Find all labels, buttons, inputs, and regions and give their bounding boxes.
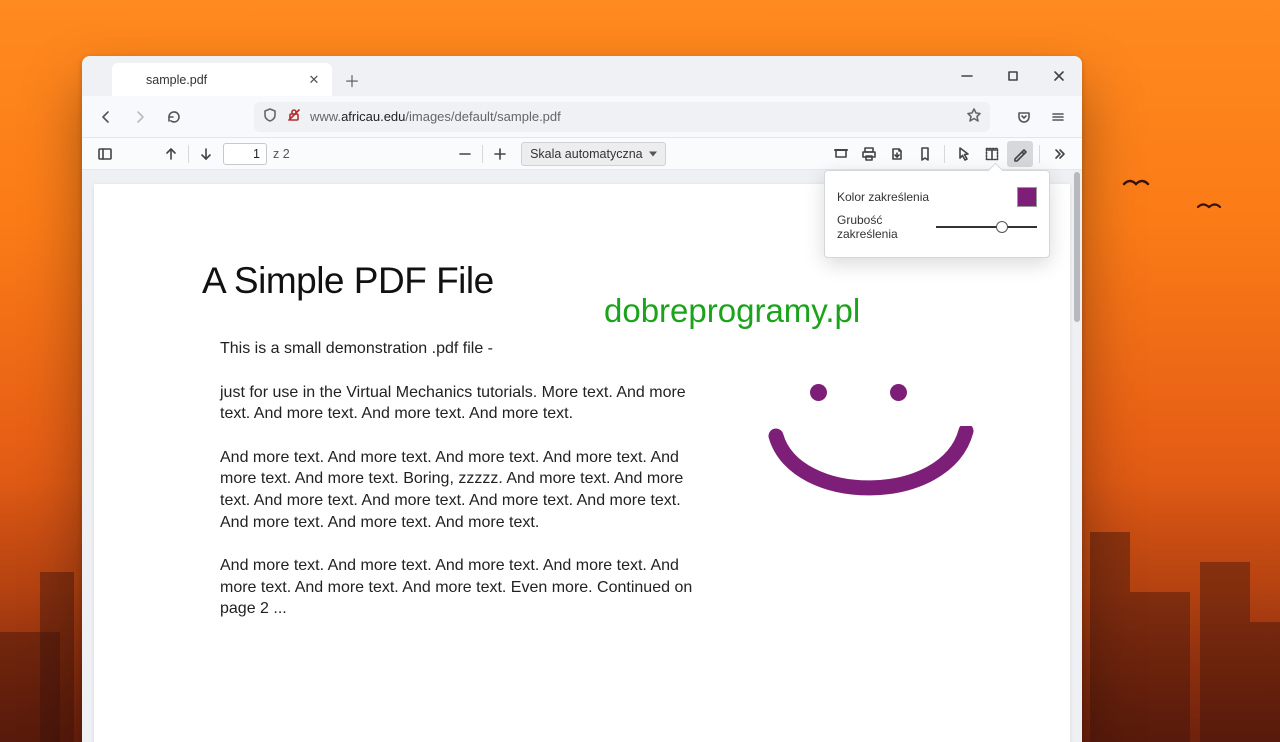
back-button[interactable] bbox=[92, 103, 120, 131]
tab-strip: sample.pdf ✕ ＋ bbox=[82, 56, 1082, 96]
doc-paragraph: And more text. And more text. And more t… bbox=[202, 555, 712, 620]
draw-options-panel: Kolor zakreślenia Grubość zakreślenia bbox=[824, 170, 1050, 258]
zoom-select[interactable]: Skala automatyczna bbox=[521, 142, 666, 166]
close-tab-icon[interactable]: ✕ bbox=[306, 72, 322, 88]
pocket-icon[interactable] bbox=[1010, 103, 1038, 131]
download-icon[interactable] bbox=[884, 141, 910, 167]
doc-paragraph: just for use in the Virtual Mechanics tu… bbox=[202, 382, 712, 425]
url-box[interactable]: www.africau.edu/images/default/sample.pd… bbox=[254, 102, 990, 132]
more-tools-icon[interactable] bbox=[1046, 141, 1072, 167]
close-window-button[interactable] bbox=[1036, 56, 1082, 96]
doc-title: A Simple PDF File bbox=[202, 260, 990, 302]
page-up-icon[interactable] bbox=[158, 141, 184, 167]
draw-thickness-label: Grubość zakreślenia bbox=[837, 213, 936, 241]
doc-paragraph: This is a small demonstration .pdf file … bbox=[202, 338, 712, 360]
maximize-button[interactable] bbox=[990, 56, 1036, 96]
zoom-out-icon[interactable] bbox=[452, 141, 478, 167]
watermark-text: dobreprogramy.pl bbox=[604, 292, 860, 330]
draw-color-label: Kolor zakreślenia bbox=[837, 190, 929, 204]
page-down-icon[interactable] bbox=[193, 141, 219, 167]
window-controls bbox=[944, 56, 1082, 96]
draw-thickness-slider[interactable] bbox=[936, 221, 1037, 233]
draw-tool-icon[interactable] bbox=[1007, 141, 1033, 167]
forward-button[interactable] bbox=[126, 103, 154, 131]
viewer-scrollbar[interactable] bbox=[1072, 170, 1082, 742]
zoom-in-icon[interactable] bbox=[487, 141, 513, 167]
page-number-input[interactable] bbox=[223, 143, 267, 165]
pdf-page: A Simple PDF File dobreprogramy.pl This … bbox=[94, 184, 1070, 742]
cursor-tool-icon[interactable] bbox=[951, 141, 977, 167]
browser-window: sample.pdf ✕ ＋ www.africau.edu/images/de… bbox=[82, 56, 1082, 742]
print-icon[interactable] bbox=[856, 141, 882, 167]
presentation-icon[interactable] bbox=[828, 141, 854, 167]
reload-button[interactable] bbox=[160, 103, 188, 131]
bookmark-icon[interactable] bbox=[912, 141, 938, 167]
sidebar-toggle-icon[interactable] bbox=[92, 141, 118, 167]
app-menu-icon[interactable] bbox=[1044, 103, 1072, 131]
draw-color-swatch[interactable] bbox=[1017, 187, 1037, 207]
slider-thumb[interactable] bbox=[996, 221, 1008, 233]
text-tool-icon[interactable] bbox=[979, 141, 1005, 167]
tab-title: sample.pdf bbox=[146, 73, 207, 87]
shield-icon[interactable] bbox=[262, 107, 278, 126]
url-text: www.africau.edu/images/default/sample.pd… bbox=[310, 109, 561, 124]
scrollbar-thumb[interactable] bbox=[1074, 172, 1080, 322]
page-count-label: z 2 bbox=[273, 147, 290, 161]
doc-paragraph: And more text. And more text. And more t… bbox=[202, 447, 712, 533]
lock-crossed-icon[interactable] bbox=[286, 107, 302, 126]
new-tab-button[interactable]: ＋ bbox=[338, 66, 366, 94]
tab-sample-pdf[interactable]: sample.pdf ✕ bbox=[112, 63, 332, 96]
bookmark-star-icon[interactable] bbox=[966, 107, 982, 126]
pdf-toolbar: z 2 Skala automatyczna bbox=[82, 138, 1082, 170]
minimize-button[interactable] bbox=[944, 56, 990, 96]
address-bar: www.africau.edu/images/default/sample.pd… bbox=[82, 96, 1082, 138]
